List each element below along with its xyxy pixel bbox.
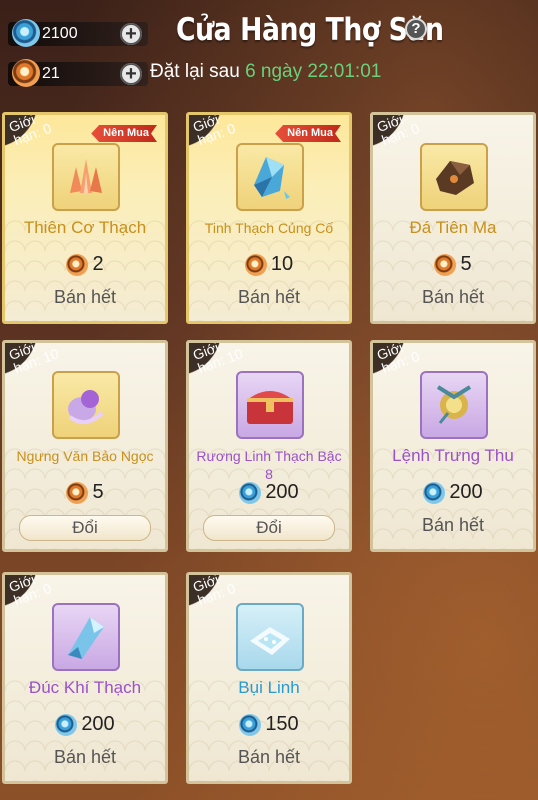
item-thumbnail bbox=[52, 603, 120, 671]
item-name: Lệnh Trưng Thu bbox=[392, 446, 514, 465]
item-name: Rương Linh Thạch Bậc 8 bbox=[196, 448, 342, 482]
price-value: 10 bbox=[270, 253, 294, 275]
purple-jade-icon bbox=[68, 390, 104, 425]
token-icon bbox=[244, 253, 267, 276]
item-name: Tinh Thạch Củng Cố bbox=[204, 220, 334, 236]
shop-item-card[interactable]: Giới hạn: 0 Bụi Linh 150 Bán hết bbox=[186, 572, 352, 784]
forging-crystal-icon bbox=[68, 617, 104, 659]
price-value: 200 bbox=[265, 481, 299, 503]
treasure-chest-icon bbox=[247, 391, 293, 424]
reset-timer: Đặt lại sau 6 ngày 22:01:01 bbox=[150, 61, 381, 83]
token-icon bbox=[66, 481, 89, 504]
shop-item-card[interactable]: Giới hạn: 0 Đá Tiên Ma 5 Bán hết bbox=[370, 112, 536, 324]
sold-out-label: Bán hết bbox=[237, 287, 301, 307]
item-price: 5 bbox=[5, 481, 165, 504]
item-name: Thiên Cơ Thạch bbox=[23, 218, 147, 237]
recommended-badge: Nên Mua bbox=[91, 125, 157, 142]
gem-icon bbox=[55, 713, 78, 736]
gem-amount: 2100 bbox=[42, 25, 78, 42]
item-name: Đá Tiên Ma bbox=[409, 218, 497, 237]
item-price: 2 bbox=[5, 253, 165, 276]
token-icon bbox=[434, 253, 457, 276]
sold-out-label: Bán hết bbox=[53, 747, 117, 767]
help-button[interactable]: ? bbox=[405, 18, 427, 40]
price-value: 150 bbox=[265, 713, 299, 735]
blue-crystal-icon bbox=[254, 157, 290, 199]
shop-title: Cửa Hàng Thợ Săn bbox=[176, 12, 444, 48]
exchange-button[interactable]: Đổi bbox=[203, 515, 335, 541]
recommended-badge: Nên Mua bbox=[275, 125, 341, 142]
reset-label: Đặt lại sau bbox=[150, 61, 240, 82]
gem-icon bbox=[12, 19, 40, 47]
item-price: 10 bbox=[189, 253, 349, 276]
shop-item-card[interactable]: Giới hạn: 0 Đúc Khí Thạch 200 Bán hết bbox=[2, 572, 168, 784]
price-value: 5 bbox=[92, 481, 104, 503]
token-icon bbox=[66, 253, 89, 276]
add-gem-button[interactable]: + bbox=[120, 23, 142, 45]
item-thumbnail bbox=[236, 371, 304, 439]
token-icon bbox=[12, 59, 40, 87]
item-price: 200 bbox=[373, 481, 533, 504]
item-thumbnail bbox=[236, 603, 304, 671]
price-value: 200 bbox=[449, 481, 483, 503]
shop-item-card[interactable]: Giới hạn: 10 Rương Linh Thạch Bậc 8 200 … bbox=[186, 340, 352, 552]
gem-icon bbox=[423, 481, 446, 504]
item-name: Ngưng Văn Bảo Ngọc bbox=[16, 448, 154, 464]
shop-item-card[interactable]: Giới hạn: 0 Nên Mua Tinh Thạch Củng Cố 1… bbox=[186, 112, 352, 324]
price-value: 200 bbox=[81, 713, 115, 735]
item-thumbnail bbox=[420, 143, 488, 211]
item-name: Đúc Khí Thạch bbox=[28, 678, 142, 697]
item-price: 150 bbox=[189, 713, 349, 736]
item-thumbnail bbox=[420, 371, 488, 439]
item-price: 5 bbox=[373, 253, 533, 276]
shop-item-card[interactable]: Giới hạn: 10 Ngưng Văn Bảo Ngọc 5 Đổi bbox=[2, 340, 168, 552]
sold-out-label: Bán hết bbox=[421, 287, 485, 307]
price-value: 2 bbox=[92, 253, 104, 275]
item-thumbnail bbox=[52, 143, 120, 211]
item-name: Bụi Linh bbox=[238, 678, 300, 697]
item-price: 200 bbox=[5, 713, 165, 736]
price-value: 5 bbox=[460, 253, 472, 275]
shop-item-card[interactable]: Giới hạn: 0 Lệnh Trưng Thu 200 Bán hết bbox=[370, 340, 536, 552]
add-token-button[interactable]: + bbox=[120, 63, 142, 85]
item-thumbnail bbox=[52, 371, 120, 439]
sold-out-label: Bán hết bbox=[237, 747, 301, 767]
reset-countdown: 6 ngày 22:01:01 bbox=[245, 61, 382, 82]
token-amount: 21 bbox=[42, 65, 60, 82]
dark-stone-icon bbox=[436, 161, 474, 195]
sold-out-label: Bán hết bbox=[421, 515, 485, 535]
item-thumbnail bbox=[236, 143, 304, 211]
gem-icon bbox=[239, 481, 262, 504]
spirit-dust-icon bbox=[250, 627, 290, 655]
exchange-button[interactable]: Đổi bbox=[19, 515, 151, 541]
shop-item-card[interactable]: Giới hạn: 0 Nên Mua Thiên Cơ Thạch 2 Bán… bbox=[2, 112, 168, 324]
sold-out-label: Bán hết bbox=[53, 287, 117, 307]
command-token-icon bbox=[436, 385, 472, 424]
gem-icon bbox=[239, 713, 262, 736]
crystal-cluster-icon bbox=[70, 159, 102, 193]
item-price: 200 bbox=[189, 481, 349, 504]
